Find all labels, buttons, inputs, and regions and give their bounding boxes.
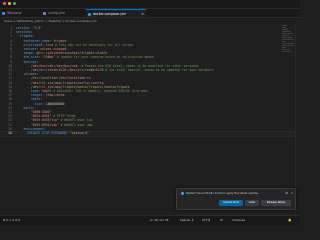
update-notification: i Restart Visual Studio Code to apply th… <box>176 188 296 210</box>
vertical-scrollbar[interactable] <box>295 24 300 215</box>
code-line[interactable]: - /dev/dri/renderD128:/dev/dri/renderD12… <box>16 68 213 72</box>
tab-label: Welcome <box>7 11 22 15</box>
notification-message: Restart Visual Studio Code to apply the … <box>186 191 259 195</box>
code-line[interactable]: FRIGATE_RTSP_PASSWORD: "password" <box>16 131 89 135</box>
bell-icon[interactable]: 🔔 <box>288 216 291 224</box>
update-now-button[interactable]: Update Now <box>219 200 243 206</box>
language-mode[interactable]: Compose <box>232 216 245 224</box>
indentation[interactable]: Spaces: 2 <box>180 216 194 224</box>
close-icon[interactable]: × <box>290 191 293 195</box>
status-bar: ⊗ 0 ⚠ 0 ⊘ 0 Ln 26, Col 36 Spaces: 2 UTF-… <box>0 215 300 225</box>
editor-tabs: Welcome config.yml docker-compose.yml × <box>0 9 300 18</box>
close-window-button[interactable] <box>3 2 6 5</box>
line-endings[interactable]: LF <box>220 216 223 224</box>
code-editor[interactable]: 1 2 3 4 5 6 7 8 9 10 11 12 13 14 15 16 17 18 19 20 21 22 23 24 2… <box>0 24 300 215</box>
zoom-window-button[interactable] <box>13 2 16 5</box>
cursor-position[interactable]: Ln 26, Col 36 <box>150 216 168 224</box>
problems-indicator[interactable]: ⊗ 0 ⚠ 0 ⊘ 0 <box>3 216 20 224</box>
yaml-icon <box>43 11 46 15</box>
encoding[interactable]: UTF-8 <box>202 216 210 224</box>
tab-docker-compose[interactable]: docker-compose.yml × <box>86 9 146 17</box>
later-button[interactable]: Later <box>245 200 259 206</box>
line-number: 26 <box>8 131 12 135</box>
title-bar <box>0 0 300 9</box>
tab-welcome[interactable]: Welcome <box>0 9 40 17</box>
info-icon: i <box>181 192 184 195</box>
vscode-icon <box>2 11 5 15</box>
tab-label: config.yml <box>48 11 65 15</box>
docker-icon <box>88 12 91 16</box>
release-notes-button[interactable]: Release Notes <box>261 200 291 206</box>
gear-icon[interactable]: ⚙ <box>285 191 288 195</box>
minimize-window-button[interactable] <box>8 2 11 5</box>
tab-config-yml[interactable]: config.yml <box>41 9 85 17</box>
minimap[interactable] <box>282 24 294 84</box>
close-icon[interactable]: × <box>141 10 144 17</box>
code-area[interactable]: version: "3.9" services: frigate: contain… <box>16 24 281 215</box>
tab-label: docker-compose.yml <box>93 12 126 16</box>
line-number-gutter: 1 2 3 4 5 6 7 8 9 10 11 12 13 14 15 16 17 18 19 20 21 22 23 24 2… <box>0 24 14 215</box>
